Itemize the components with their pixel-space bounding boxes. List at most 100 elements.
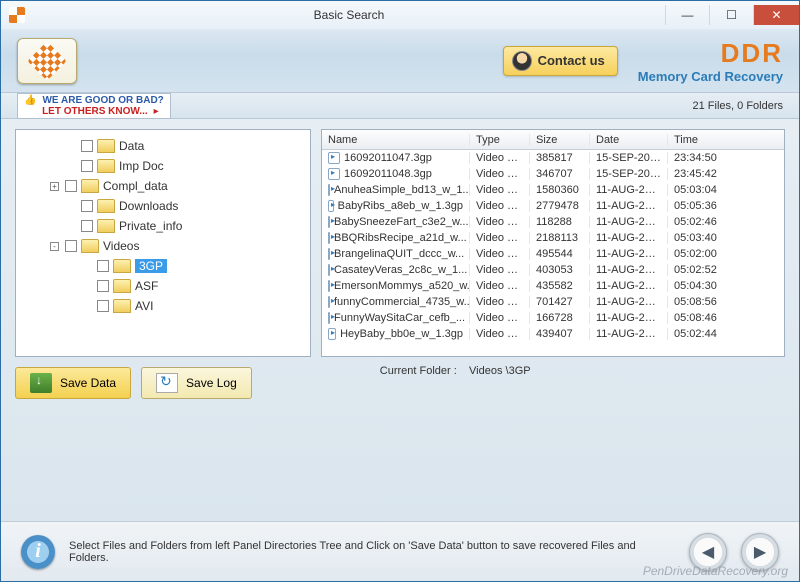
col-type[interactable]: Type — [470, 134, 530, 146]
tree-label: Compl_data — [103, 179, 168, 193]
folder-icon — [81, 179, 99, 193]
expand-toggle — [82, 282, 91, 291]
file-list-pane: Name Type Size Date Time 16092011047.3gp… — [321, 129, 785, 357]
video-icon — [328, 296, 330, 308]
folder-icon — [97, 199, 115, 213]
tree-item[interactable]: Private_info — [18, 216, 308, 236]
tree-label: 3GP — [135, 259, 167, 273]
thumb-icon: 👍 — [24, 95, 36, 106]
expand-toggle[interactable]: - — [50, 242, 59, 251]
app-window: Basic Search — ☐ ✕ Contact us DDR Memory… — [0, 0, 800, 582]
header: Contact us DDR Memory Card Recovery — [1, 29, 799, 93]
expand-toggle — [82, 302, 91, 311]
tree-label: Downloads — [119, 199, 178, 213]
feedback-badge[interactable]: 👍 WE ARE GOOD OR BAD? LET OTHERS KNOW...… — [17, 93, 171, 119]
tree-item[interactable]: Imp Doc — [18, 156, 308, 176]
video-icon — [328, 232, 330, 244]
info-icon: i — [21, 535, 55, 569]
tree-label: Videos — [103, 239, 139, 253]
minimize-button[interactable]: — — [665, 5, 709, 25]
file-row[interactable]: AnuheaSimple_bd13_w_1...Video File158036… — [322, 182, 784, 198]
video-icon — [328, 328, 336, 340]
tree-label: ASF — [135, 279, 158, 293]
arrow-icon: ▸ — [154, 106, 159, 117]
save-icon — [30, 373, 52, 393]
tree-item[interactable]: - Videos — [18, 236, 308, 256]
folder-icon — [97, 139, 115, 153]
logo — [17, 38, 77, 84]
folder-icon — [81, 239, 99, 253]
brand-title: DDR — [638, 38, 783, 69]
checkbox[interactable] — [97, 260, 109, 272]
save-data-button[interactable]: Save Data — [15, 367, 131, 399]
checkbox[interactable] — [65, 240, 77, 252]
main-area: Data Imp Doc + Compl_data Downloads Private_i… — [1, 119, 799, 521]
close-button[interactable]: ✕ — [753, 5, 799, 25]
expand-toggle — [82, 262, 91, 271]
maximize-button[interactable]: ☐ — [709, 5, 753, 25]
window-title: Basic Search — [33, 8, 665, 22]
video-icon — [328, 280, 330, 292]
save-log-button[interactable]: Save Log — [141, 367, 252, 399]
video-icon — [328, 184, 330, 196]
tree-item[interactable]: AVI — [18, 296, 308, 316]
col-date[interactable]: Date — [590, 134, 668, 146]
folder-icon — [97, 159, 115, 173]
checkbox[interactable] — [97, 280, 109, 292]
folder-icon — [97, 219, 115, 233]
file-row[interactable]: FunnyWaySitaCar_cefb_...Video File166728… — [322, 310, 784, 326]
file-row[interactable]: 16092011048.3gpVideo File34670715-SEP-20… — [322, 166, 784, 182]
tree-item[interactable]: Downloads — [18, 196, 308, 216]
tree-label: Private_info — [119, 219, 182, 233]
video-icon — [328, 264, 330, 276]
video-icon — [328, 312, 330, 324]
file-row[interactable]: funnyCommercial_4735_w...Video File70142… — [322, 294, 784, 310]
checkbox[interactable] — [81, 200, 93, 212]
contact-label: Contact us — [538, 53, 605, 68]
action-bar: Save Data Save Log — [15, 367, 252, 399]
list-header: Name Type Size Date Time — [322, 130, 784, 150]
file-row[interactable]: BabyRibs_a8eb_w_1.3gpVideo File277947811… — [322, 198, 784, 214]
titlebar: Basic Search — ☐ ✕ — [1, 1, 799, 29]
video-icon — [328, 168, 340, 180]
tree-label: AVI — [135, 299, 153, 313]
checkbox[interactable] — [81, 220, 93, 232]
expand-toggle — [66, 162, 75, 171]
folder-icon — [113, 279, 131, 293]
tree-item[interactable]: + Compl_data — [18, 176, 308, 196]
tree-item[interactable]: ASF — [18, 276, 308, 296]
file-row[interactable]: BrangelinaQUIT_dccc_w...Video File495544… — [322, 246, 784, 262]
checkbox[interactable] — [97, 300, 109, 312]
file-row[interactable]: BabySneezeFart_c3e2_w...Video File118288… — [322, 214, 784, 230]
col-name[interactable]: Name — [322, 134, 470, 146]
brand-subtitle: Memory Card Recovery — [638, 69, 783, 84]
video-icon — [328, 216, 330, 228]
file-row[interactable]: 16092011047.3gpVideo File38581715-SEP-20… — [322, 150, 784, 166]
file-row[interactable]: HeyBaby_bb0e_w_1.3gpVideo File43940711-A… — [322, 326, 784, 342]
tree-label: Data — [119, 139, 144, 153]
expand-toggle — [66, 222, 75, 231]
sub-toolbar: 👍 WE ARE GOOD OR BAD? LET OTHERS KNOW...… — [1, 93, 799, 119]
brand-block: DDR Memory Card Recovery — [638, 38, 783, 84]
folder-tree[interactable]: Data Imp Doc + Compl_data Downloads Private_i… — [15, 129, 311, 357]
tree-label: Imp Doc — [119, 159, 164, 173]
col-size[interactable]: Size — [530, 134, 590, 146]
tree-item[interactable]: Data — [18, 136, 308, 156]
checkbox[interactable] — [65, 180, 77, 192]
expand-toggle[interactable]: + — [50, 182, 59, 191]
file-rows[interactable]: 16092011047.3gpVideo File38581715-SEP-20… — [322, 150, 784, 356]
video-icon — [328, 152, 340, 164]
video-icon — [328, 200, 334, 212]
checkbox[interactable] — [81, 140, 93, 152]
file-row[interactable]: EmersonMommys_a520_w...Video File4355821… — [322, 278, 784, 294]
checkbox[interactable] — [81, 160, 93, 172]
log-icon — [156, 373, 178, 393]
tree-item[interactable]: 3GP — [18, 256, 308, 276]
contact-us-button[interactable]: Contact us — [503, 46, 618, 76]
footer-hint: Select Files and Folders from left Panel… — [69, 540, 675, 564]
file-row[interactable]: BBQRibsRecipe_a21d_w...Video File2188113… — [322, 230, 784, 246]
video-icon — [328, 248, 330, 260]
file-row[interactable]: CasateyVeras_2c8c_w_1...Video File403053… — [322, 262, 784, 278]
expand-toggle — [66, 202, 75, 211]
col-time[interactable]: Time — [668, 134, 728, 146]
